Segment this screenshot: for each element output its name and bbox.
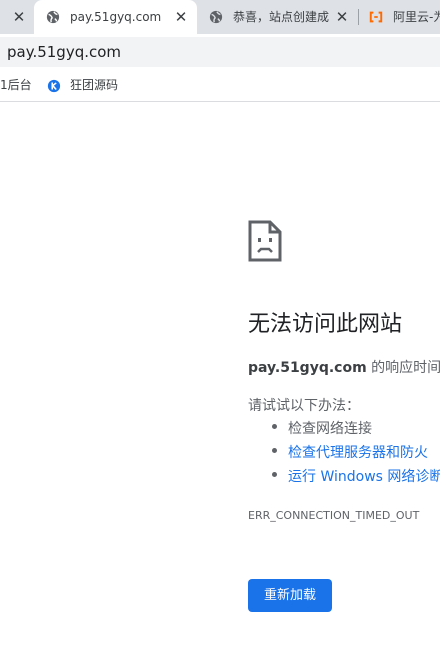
tab-previous[interactable]: ✕: [0, 0, 34, 34]
bookmark-item[interactable]: 1后台: [0, 78, 32, 93]
address-bar: pay.51gyq.com: [0, 34, 440, 70]
tab-active[interactable]: pay.51gyq.com ✕: [34, 0, 197, 34]
tab-title: 阿里云-为: [393, 10, 440, 24]
suggestion-check-proxy-link[interactable]: 检查代理服务器和防火: [288, 443, 428, 463]
aliyun-icon: [369, 11, 383, 23]
tab-site-created[interactable]: 恭喜，站点创建成 ✕: [197, 0, 357, 34]
error-message: pay.51gyq.com 的响应时间过: [248, 358, 440, 378]
tab-title: pay.51gyq.com: [70, 10, 162, 24]
error-page: 无法访问此网站 pay.51gyq.com 的响应时间过 请试试以下办法： 检查…: [0, 102, 440, 669]
sad-page-icon: [248, 220, 282, 262]
tab-title: 恭喜，站点创建成: [233, 10, 330, 24]
bullet: [272, 448, 277, 453]
error-message-text: 的响应时间过: [371, 360, 440, 376]
error-code: ERR_CONNECTION_TIMED_OUT: [248, 509, 420, 522]
bookmarks-bar: 1后台 狂团源码: [0, 70, 440, 102]
k-logo-icon: [47, 79, 61, 93]
error-host: pay.51gyq.com: [248, 360, 367, 376]
reload-button[interactable]: 重新加载: [248, 579, 332, 612]
bullet: [272, 472, 277, 477]
suggestion-network-diagnostics-link[interactable]: 运行 Windows 网络诊断: [288, 467, 440, 487]
url-input[interactable]: pay.51gyq.com: [0, 37, 440, 67]
globe-icon: [46, 10, 60, 24]
bookmark-item[interactable]: 狂团源码: [70, 78, 118, 93]
tab-aliyun[interactable]: 阿里云-为: [359, 0, 440, 34]
tab-strip: ✕ pay.51gyq.com ✕ 恭喜，站点创建成 ✕ 阿里云-为: [0, 0, 440, 34]
close-icon[interactable]: ✕: [333, 8, 351, 26]
close-icon[interactable]: ✕: [172, 8, 190, 26]
close-icon[interactable]: ✕: [10, 8, 28, 26]
bullet: [272, 424, 277, 429]
globe-icon: [209, 10, 223, 24]
error-title: 无法访问此网站: [248, 312, 403, 337]
suggestion-check-network: 检查网络连接: [288, 421, 372, 437]
try-title: 请试试以下办法：: [248, 398, 360, 414]
